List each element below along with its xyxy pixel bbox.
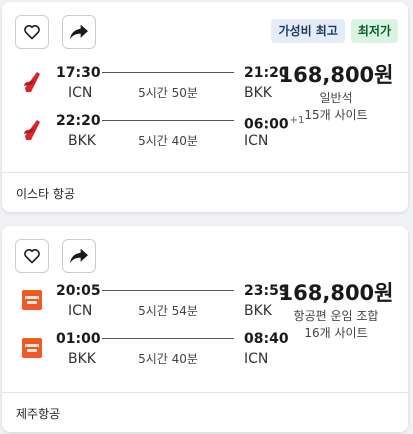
cheapest-badge: 최저가 (350, 19, 398, 43)
share-button[interactable] (62, 239, 96, 273)
flight-duration: 5시간 40분 (138, 352, 198, 366)
price: 168,800원 (278, 63, 394, 87)
flight-result-card[interactable]: 가성비 최고 최저가 17:30 ICN 5시간 50분 21:20 BKK 2… (2, 2, 408, 212)
airline-logo (22, 338, 42, 358)
arrival-airport: ICN (244, 351, 269, 367)
route-line (102, 290, 234, 291)
departure-time: 01:00 (56, 331, 101, 347)
share-arrow-icon (70, 24, 88, 40)
airline-logo (24, 120, 40, 140)
badge-group: 가성비 최고 최저가 (271, 19, 398, 43)
flight-result-card[interactable]: 20:05 ICN 5시간 54분 23:59 BKK 01:00 BKK 5시… (2, 226, 408, 432)
route-line (102, 72, 234, 73)
site-count: 15개 사이트 (304, 108, 368, 122)
price: 168,800원 (278, 281, 394, 305)
price-block[interactable]: 168,800원 항공편 운임 조합 16개 사이트 (276, 280, 396, 342)
arrival-airport: BKK (244, 85, 272, 101)
return-leg: 22:20 BKK 5시간 40분 06:00+1 ICN (2, 113, 304, 157)
share-arrow-icon (70, 248, 88, 264)
arrival-airport: ICN (244, 133, 269, 149)
flight-duration: 5시간 54분 (138, 304, 198, 318)
site-count: 16개 사이트 (304, 326, 368, 340)
outbound-leg: 20:05 ICN 5시간 54분 23:59 BKK (2, 283, 302, 327)
departure-time: 17:30 (56, 65, 101, 81)
departure-airport: BKK (68, 351, 96, 367)
airline-name: 이스타 항공 (16, 187, 76, 201)
airline-logo (24, 72, 40, 92)
heart-outline-icon (24, 249, 40, 264)
departure-airport: BKK (68, 133, 96, 149)
fare-type: 항공편 운임 조합 (293, 309, 379, 323)
share-button[interactable] (62, 15, 96, 49)
airline-footer: 제주항공 (2, 392, 408, 432)
airline-name: 제주항공 (16, 407, 61, 421)
route-line (102, 120, 234, 121)
flight-duration: 5시간 40분 (138, 134, 198, 148)
departure-airport: ICN (68, 85, 93, 101)
airline-footer: 이스타 항공 (2, 172, 408, 212)
best-value-badge: 가성비 최고 (271, 19, 345, 43)
flight-duration: 5시간 50분 (138, 86, 198, 100)
departure-time: 22:20 (56, 113, 101, 129)
fare-type: 일반석 (319, 91, 353, 105)
favorite-button[interactable] (15, 15, 49, 49)
price-block[interactable]: 168,800원 일반석 15개 사이트 (276, 62, 396, 124)
outbound-leg: 17:30 ICN 5시간 50분 21:20 BKK (2, 65, 302, 109)
heart-outline-icon (24, 25, 40, 40)
favorite-button[interactable] (15, 239, 49, 273)
arrival-airport: BKK (244, 303, 272, 319)
route-line (102, 338, 234, 339)
departure-time: 20:05 (56, 283, 101, 299)
departure-airport: ICN (68, 303, 93, 319)
return-leg: 01:00 BKK 5시간 40분 08:40 ICN (2, 331, 302, 375)
airline-logo (22, 290, 42, 310)
